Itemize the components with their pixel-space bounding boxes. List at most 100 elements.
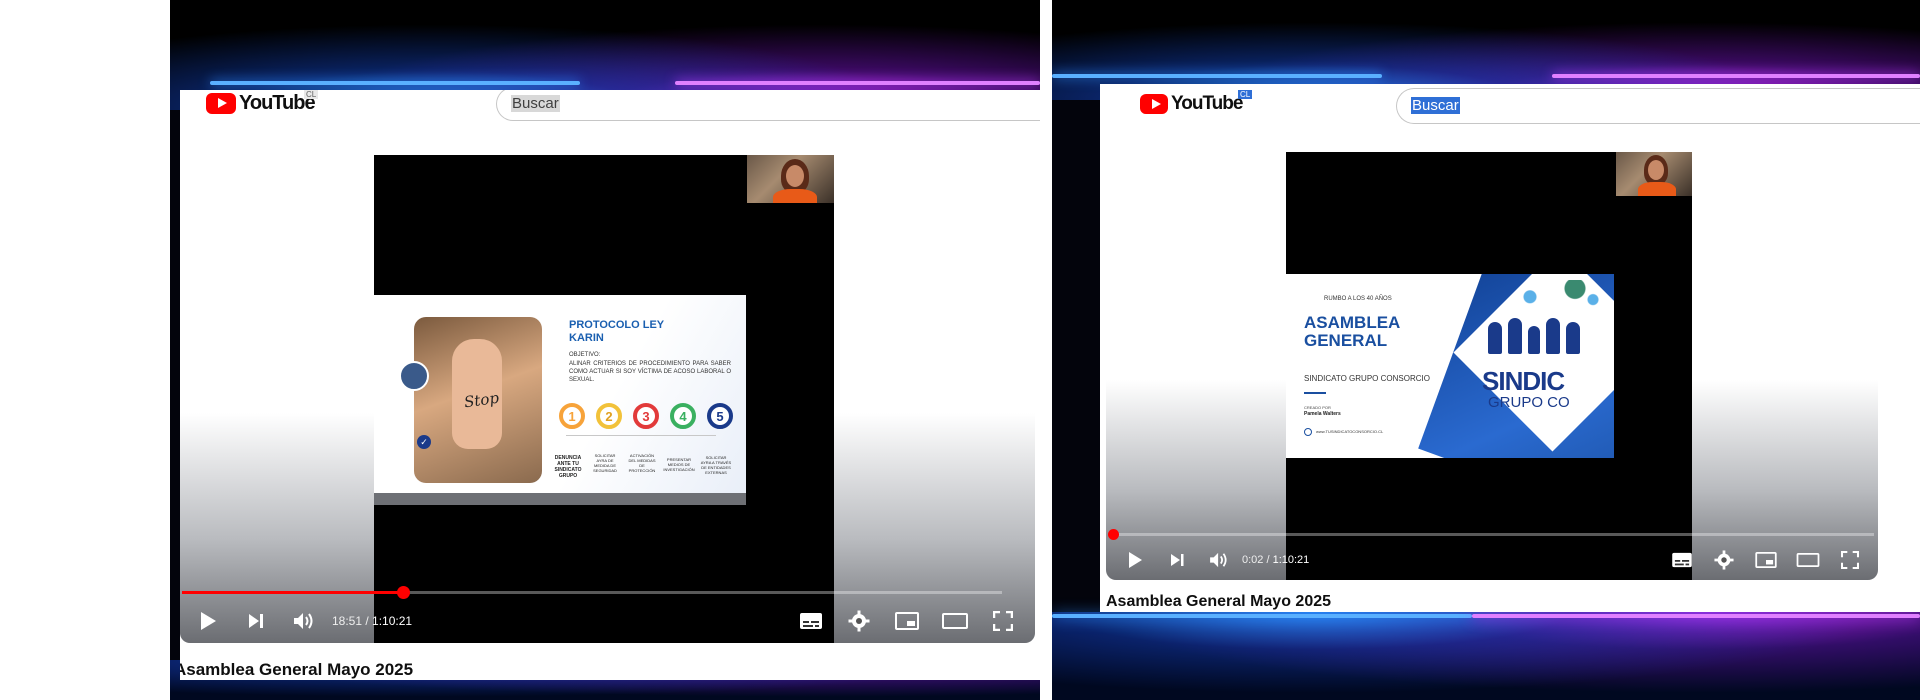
player-controls: 0:02 / 1:10:21 [1106,544,1878,576]
next-icon [249,614,263,628]
fullscreen-icon [1841,551,1859,569]
slide-divider [1304,392,1326,394]
slide-subtitle: SINDICATO GRUPO CONSORCIO [1304,374,1430,383]
play-icon [1129,552,1142,568]
time-total: 1:10:21 [1272,554,1310,566]
time-current: 18:51 [332,614,363,628]
miniplayer-icon [1755,552,1777,568]
time-current: 0:02 [1242,554,1264,566]
search-placeholder: Buscar [1411,97,1460,114]
person-figure [1566,322,1580,354]
search-placeholder: Buscar [511,95,560,112]
settings-button[interactable] [1706,550,1742,570]
time-display: 0:02 / 1:10:21 [1242,554,1309,566]
steps-connector [566,435,716,436]
theater-icon [942,613,968,629]
step-label-2: SOLICITAR AYRA DE MEDIDA DE SEGURIDAD [593,453,617,473]
gear-icon [848,610,870,632]
theater-mode-button[interactable] [935,613,975,629]
step-label-3: ACTIVACIÓN DEL MEDIDAS DE PROTECCIÓN [628,453,656,473]
neon-glow-bottom [1052,612,1920,700]
progress-scrubber[interactable] [1108,529,1119,540]
person-figure [1488,322,1502,354]
person-figure [1508,318,1522,354]
slide-heading: ASAMBLEA GENERAL [1304,314,1400,350]
time-display: 18:51 / 1:10:21 [332,614,412,628]
progress-bar[interactable] [182,586,1002,599]
slide-heading: PROTOCOLO LEY KARIN [569,319,664,345]
theater-icon [1796,553,1820,567]
volume-button[interactable] [1206,552,1232,568]
time-separator: / [1263,554,1273,566]
neon-line-purple [675,81,1040,85]
video-player[interactable]: RUMBO A LOS 40 AÑOS ASAMBLEA GENERAL SIN… [1106,152,1878,580]
slide-objective-label: OBJETIVO: [569,352,601,358]
step-label-4: PRESENTAR MEDIOS DE INVESTIGACIÓN [663,457,695,472]
country-code: CL [304,90,319,99]
fullscreen-icon [993,611,1013,631]
volume-button[interactable] [290,612,318,630]
time-total: 1:10:21 [372,614,413,628]
video-player[interactable]: Stop ✓ PROTOCOLO LEY KARIN OBJETIVO: ALI… [180,155,1035,643]
settings-button[interactable] [839,610,879,632]
youtube-logo[interactable]: YouTube [1140,93,1243,115]
sindicato-people-icon [1482,308,1592,358]
subtitles-button[interactable] [791,612,831,630]
next-button[interactable] [1164,552,1190,568]
step-circle-1: 1 [559,403,585,429]
play-button[interactable] [194,611,222,631]
person-figure [1528,326,1540,354]
fullscreen-button[interactable] [983,611,1023,631]
video-title[interactable]: Asamblea General Mayo 2025 [180,660,413,680]
search-input[interactable]: Buscar [1396,88,1920,124]
slide-heading-line2: KARIN [569,332,604,344]
youtube-play-icon [1140,94,1168,114]
webcam-shoulders [773,189,817,203]
gear-icon [1714,550,1734,570]
presentation-slide: RUMBO A LOS 40 AÑOS ASAMBLEA GENERAL SIN… [1286,274,1614,458]
search-input[interactable]: Buscar [496,90,1040,121]
youtube-play-icon [206,93,236,114]
neon-line-blue [1052,74,1382,78]
neon-line-bottom-purple [1472,614,1920,618]
youtube-wordmark: YouTube [1171,93,1243,114]
play-button[interactable] [1122,551,1148,569]
slide-logo-word1: SINDIC [1482,366,1565,396]
slide-heading-line1: PROTOCOLO LEY [569,319,665,331]
slide-balloons-icon [1512,280,1602,308]
neon-line-blue [210,81,580,85]
youtube-page: YouTube CL Buscar Stop ✓ PROTOCOLO LEY K… [180,90,1040,680]
check-icon: ✓ [417,435,431,449]
webcam-thumbnail [1616,152,1692,196]
progress-bar[interactable] [1108,529,1874,540]
theater-mode-button[interactable] [1790,553,1826,567]
webcam-thumbnail [747,155,834,203]
miniplayer-button[interactable] [887,612,927,630]
video-title[interactable]: Asamblea General Mayo 2025 [1106,593,1331,611]
left-screenshot-panel: YouTube CL Buscar Stop ✓ PROTOCOLO LEY K… [170,0,1040,700]
step-circle-4: 4 [670,403,696,429]
next-button[interactable] [242,612,270,630]
slide-globe-icon [1304,428,1312,436]
right-screenshot-panel: YouTube CL Buscar RUMBO A LOS 40 AÑOS AS… [1052,0,1920,700]
slide-objective-text: ALINAR CRITERIOS DE PROCEDIMIENTO PARA S… [569,361,731,383]
webcam-shoulders [1638,182,1676,196]
step-label-1: DENUNCIA ANTE TU SINDICATO GRUPO [554,455,582,479]
youtube-logo[interactable]: YouTube [206,92,316,115]
neon-line-purple [1552,74,1920,78]
slide-website: www.TUSINDICATOCONSORCIO.CL [1316,429,1384,434]
presenter-avatar-icon [399,361,429,391]
subtitles-button[interactable] [1664,552,1700,568]
country-code: CL [1238,90,1253,99]
neon-line-bottom-blue [1052,614,1472,618]
step-circle-3: 3 [633,403,659,429]
slide-footer-bar [374,493,746,505]
miniplayer-button[interactable] [1748,552,1784,568]
subtitles-icon [800,613,822,629]
person-figure [1546,318,1560,354]
webcam-face [786,165,804,187]
fullscreen-button[interactable] [1832,551,1868,569]
player-controls: 18:51 / 1:10:21 [180,603,1035,639]
slide-heading-line2: GENERAL [1304,331,1388,350]
next-icon [1171,554,1184,566]
